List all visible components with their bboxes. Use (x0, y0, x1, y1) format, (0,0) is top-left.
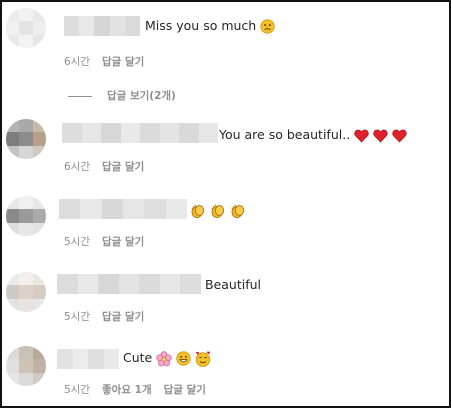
comment-meta: 5시간 답글 달기 (64, 310, 156, 324)
reply-button[interactable]: 답글 달기 (102, 236, 144, 248)
grinning-face-icon (176, 351, 191, 366)
red-heart-icon (392, 129, 407, 142)
comment-meta: 6시간 답글 달기 (64, 160, 156, 174)
clapping-hands-icon (211, 203, 225, 218)
comment-time: 6시간 (64, 161, 91, 173)
cherry-blossom-icon (156, 350, 172, 366)
comment-time: 5시간 (64, 384, 91, 396)
redacted-username[interactable] (57, 274, 201, 294)
clapping-hands-icon (191, 203, 205, 218)
reply-button[interactable]: 답글 달기 (102, 56, 144, 68)
red-heart-icon (373, 129, 388, 142)
comment-meta: 5시간 답글 달기 (64, 235, 156, 249)
comment-text (186, 201, 246, 219)
view-replies-line (68, 96, 92, 97)
comment-text: Beautiful (205, 276, 261, 294)
clapping-hands-icon (231, 203, 245, 218)
reply-button[interactable]: 답글 달기 (102, 311, 144, 323)
avatar[interactable] (6, 196, 46, 236)
smiling-face-with-hearts-icon (196, 350, 211, 367)
comment-text-content: Beautiful (205, 277, 262, 292)
comment-text-content: Cute (123, 350, 153, 365)
comments-panel: Miss you so much 6시간 답글 달기 답글 보기(2개) You … (0, 0, 451, 408)
avatar[interactable] (6, 272, 46, 312)
red-heart-icon (354, 129, 369, 142)
comment-text-content: Miss you so much (145, 18, 257, 33)
avatar[interactable] (6, 119, 46, 159)
comment-text: Cute (123, 349, 211, 367)
comment-time: 6시간 (64, 56, 91, 68)
comment-text-content: You are so beautiful.. (219, 127, 351, 142)
comment-text: You are so beautiful.. (219, 126, 407, 144)
comment-time: 5시간 (64, 311, 91, 323)
redacted-username[interactable] (57, 349, 119, 369)
comment-time: 5시간 (64, 236, 91, 248)
redacted-username[interactable] (62, 123, 218, 143)
likes-count[interactable]: 좋아요 1개 (102, 384, 152, 396)
comment-meta: 6시간 답글 달기 (64, 55, 156, 69)
avatar[interactable] (6, 8, 46, 48)
comment-meta: 5시간 좋아요 1개 답글 달기 (64, 383, 218, 397)
avatar[interactable] (6, 346, 46, 386)
comment-text: Miss you so much (145, 17, 275, 35)
redacted-username[interactable] (59, 199, 187, 219)
reply-button[interactable]: 답글 달기 (164, 384, 206, 396)
view-replies-button[interactable]: 답글 보기(2개) (107, 89, 176, 103)
redacted-username[interactable] (64, 16, 140, 36)
reply-button[interactable]: 답글 달기 (102, 161, 144, 173)
sad-face-icon (260, 19, 275, 34)
